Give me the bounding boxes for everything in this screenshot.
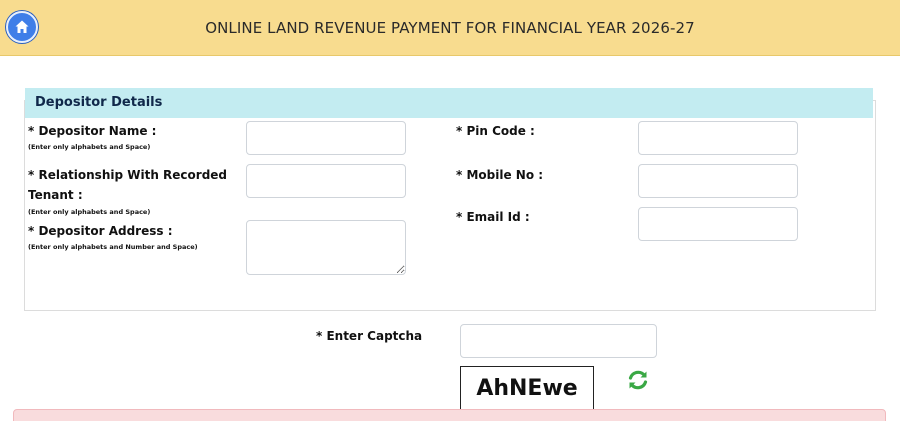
depositor-address-textarea[interactable]	[246, 220, 406, 275]
depositor-name-input[interactable]	[246, 121, 406, 155]
depositor-name-hint: (Enter only alphabets and Space)	[28, 143, 151, 151]
alert-message-box	[13, 409, 886, 421]
pin-code-label: * Pin Code :	[456, 124, 535, 138]
page-header: ONLINE LAND REVENUE PAYMENT FOR FINANCIA…	[0, 0, 900, 56]
home-icon	[15, 20, 29, 33]
relationship-label-line2: Tenant :	[28, 188, 83, 202]
captcha-image: AhNEwe	[460, 366, 594, 411]
email-input[interactable]	[638, 207, 798, 241]
email-label: * Email Id :	[456, 210, 530, 224]
refresh-icon	[628, 370, 648, 390]
captcha-label: * Enter Captcha	[316, 329, 423, 343]
home-button[interactable]	[6, 11, 38, 43]
captcha-input[interactable]	[460, 324, 657, 358]
page-title: ONLINE LAND REVENUE PAYMENT FOR FINANCIA…	[205, 18, 695, 37]
depositor-address-hint: (Enter only alphabets and Number and Spa…	[28, 243, 198, 251]
mobile-label: * Mobile No :	[456, 168, 544, 182]
refresh-captcha-button[interactable]	[626, 368, 650, 392]
relationship-input[interactable]	[246, 164, 406, 198]
relationship-label-line1: * Relationship With Recorded	[28, 168, 228, 182]
depositor-name-label: * Depositor Name :	[28, 124, 157, 138]
mobile-input[interactable]	[638, 164, 798, 198]
relationship-hint: (Enter only alphabets and Space)	[28, 208, 151, 216]
pin-code-input[interactable]	[638, 121, 798, 155]
depositor-address-label: * Depositor Address :	[28, 224, 173, 238]
panel-heading: Depositor Details	[25, 88, 873, 118]
